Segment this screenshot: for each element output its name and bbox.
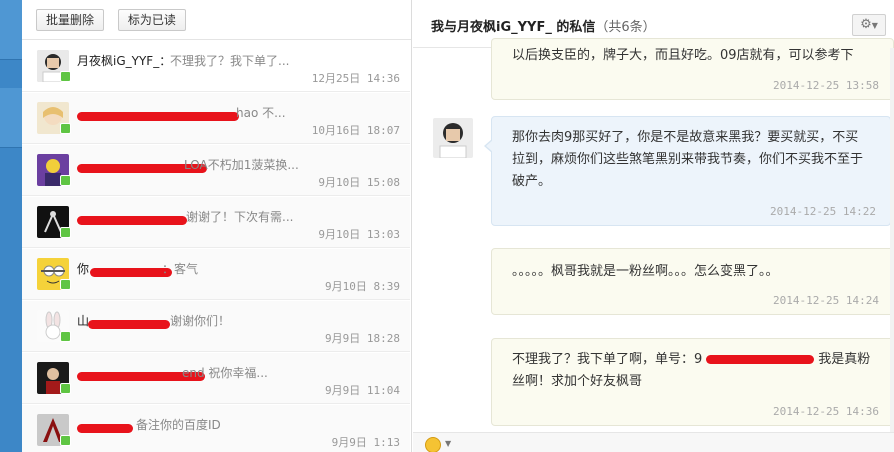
redaction-mark bbox=[77, 424, 133, 433]
redaction-mark bbox=[77, 216, 187, 225]
conversation-row[interactable]: LOA不朽加1菠菜换... 9月10日 15:08 bbox=[22, 145, 410, 196]
message-preview: end 祝你幸福... bbox=[182, 366, 268, 380]
conversation-row[interactable]: 你 ：客气 9月10日 8:39 bbox=[22, 249, 410, 300]
conversation-list-panel: 批量删除 标为已读 月夜枫iG_YYF_： 不理我了？我下单了... 12月25… bbox=[22, 0, 412, 452]
chevron-down-icon: ▼ bbox=[871, 21, 878, 30]
online-status-icon bbox=[60, 175, 71, 186]
message-bubble: 以后换支臣的，牌子大，而且好吃。09店就有，可以参考下 2014-12-25 1… bbox=[491, 38, 894, 100]
online-status-icon bbox=[60, 331, 71, 342]
redaction-mark bbox=[77, 112, 239, 121]
left-nav-tab[interactable] bbox=[0, 0, 22, 60]
message-text: 。。。。。枫哥我就是一粉丝啊。。。怎么变黑了。。 bbox=[512, 264, 779, 279]
peer-avatar[interactable] bbox=[433, 118, 473, 158]
message-time: 2014-12-25 13:58 bbox=[773, 79, 879, 92]
message-text: 以后换支臣的，牌子大，而且好吃。09店就有，可以参考下 bbox=[512, 48, 854, 63]
conversation-row[interactable]: 月夜枫iG_YYF_： 不理我了？我下单了... 12月25日 14:36 bbox=[22, 41, 410, 92]
conversation-row[interactable]: 谢谢了！下次有需... 9月10日 13:03 bbox=[22, 197, 410, 248]
chat-panel: 我与月夜枫iG_YYF_ 的私信（共6条） ⚙▼ 以后换支臣的，牌子大，而且好吃… bbox=[413, 0, 894, 452]
chat-scrollbar[interactable] bbox=[890, 48, 894, 432]
batch-delete-button[interactable]: 批量删除 bbox=[36, 9, 105, 31]
message-preview: LOA不朽加1菠菜换... bbox=[184, 158, 299, 172]
message-bubble: 不理我了？我下单了啊，单号：9 我是真粉丝啊！求加个好友枫哥 2014-12-25… bbox=[491, 338, 894, 426]
left-nav-tab[interactable] bbox=[0, 88, 22, 148]
message-text: 不理我了？我下单了啊，单号：9 bbox=[512, 352, 703, 367]
online-status-icon bbox=[60, 123, 71, 134]
message-time: 9月9日 18:28 bbox=[325, 332, 400, 345]
message-preview: ：客气 bbox=[162, 262, 199, 276]
message-time: 9月10日 15:08 bbox=[318, 176, 400, 189]
redaction-mark bbox=[90, 268, 172, 277]
message-time: 12月25日 14:36 bbox=[311, 72, 400, 85]
reply-toolbar: ▼ bbox=[413, 432, 894, 452]
message-preview: 备注你的百度ID bbox=[136, 418, 221, 432]
message-time: 9月10日 13:03 bbox=[318, 228, 400, 241]
redaction-mark bbox=[706, 355, 815, 364]
message-preview: hao 不... bbox=[236, 106, 286, 120]
gear-icon: ⚙ bbox=[860, 17, 872, 32]
message-bubble: 那你去肉9那买好了，你是不是故意来黑我？要买就买，不买拉到，麻烦你们这些煞笔黑别… bbox=[484, 116, 891, 226]
message-time: 2014-12-25 14:36 bbox=[773, 405, 879, 418]
message-bubble: 。。。。。枫哥我就是一粉丝啊。。。怎么变黑了。。 2014-12-25 14:2… bbox=[491, 248, 894, 315]
chat-title: 我与月夜枫iG_YYF_ 的私信（共6条） bbox=[431, 16, 656, 35]
message-time: 2014-12-25 14:24 bbox=[773, 294, 879, 307]
left-nav-strip bbox=[0, 0, 22, 452]
message-time: 2014-12-25 14:22 bbox=[770, 205, 876, 218]
message-preview: 谢谢了！下次有需... bbox=[186, 210, 294, 224]
bubble-arrow bbox=[486, 140, 493, 152]
sender-name: 你 bbox=[77, 262, 90, 276]
online-status-icon bbox=[60, 227, 71, 238]
chat-title-text: 我与月夜枫iG_YYF_ 的私信 bbox=[431, 20, 596, 35]
online-status-icon bbox=[60, 71, 71, 82]
mark-read-button[interactable]: 标为已读 bbox=[117, 9, 186, 31]
settings-button[interactable]: ⚙▼ bbox=[852, 14, 886, 36]
message-time: 9月9日 1:13 bbox=[331, 436, 400, 449]
online-status-icon bbox=[60, 383, 71, 394]
conversation-row[interactable]: end 祝你幸福... 9月9日 11:04 bbox=[22, 353, 410, 404]
redaction-mark bbox=[88, 320, 170, 329]
message-preview: 谢谢你们！ bbox=[170, 314, 231, 328]
online-status-icon bbox=[60, 435, 71, 446]
list-toolbar: 批量删除 标为已读 bbox=[22, 0, 411, 40]
conversation-row[interactable]: 备注你的百度ID 9月9日 1:13 bbox=[22, 405, 410, 452]
message-preview: 不理我了？我下单了... bbox=[170, 54, 290, 68]
online-status-icon bbox=[60, 279, 71, 290]
sender-name: 月夜枫iG_YYF_： bbox=[77, 54, 172, 68]
smile-icon[interactable] bbox=[425, 437, 441, 452]
message-text: 那你去肉9那买好了，你是不是故意来黑我？要买就买，不买拉到，麻烦你们这些煞笔黑别… bbox=[512, 130, 864, 189]
conversation-row[interactable]: 山 谢谢你们！ 9月9日 18:28 bbox=[22, 301, 410, 352]
app: 批量删除 标为已读 月夜枫iG_YYF_： 不理我了？我下单了... 12月25… bbox=[0, 0, 894, 452]
conversation-row[interactable]: hao 不... 10月16日 18:07 bbox=[22, 93, 410, 144]
chevron-down-icon[interactable]: ▼ bbox=[445, 439, 451, 448]
message-time: 9月9日 11:04 bbox=[325, 384, 400, 397]
message-time: 9月10日 8:39 bbox=[325, 280, 400, 293]
sender-name: 山 bbox=[77, 314, 90, 328]
message-count: （共6条） bbox=[595, 20, 656, 35]
message-time: 10月16日 18:07 bbox=[311, 124, 400, 137]
